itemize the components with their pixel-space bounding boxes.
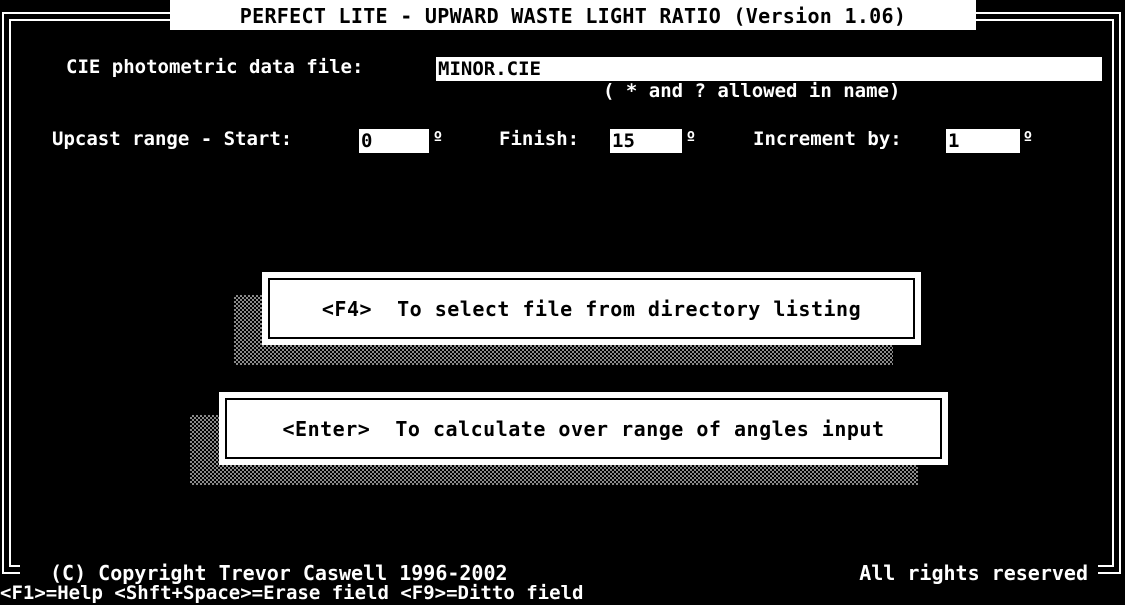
range-start-label: Upcast range - Start:: [52, 128, 293, 150]
select-file-label: <F4> To select file from directory listi…: [268, 278, 915, 339]
select-file-button[interactable]: <F4> To select file from directory listi…: [262, 272, 921, 345]
increment-degree-symbol: º: [1022, 128, 1034, 150]
help-key-line: <F1>=Help <Shft+Space>=Erase field <F9>=…: [0, 582, 584, 604]
increment-input[interactable]: 1: [946, 129, 1020, 153]
start-degree-symbol: º: [432, 128, 444, 150]
increment-label: Increment by:: [753, 128, 902, 150]
start-angle-input[interactable]: 0: [359, 129, 429, 153]
calculate-button[interactable]: <Enter> To calculate over range of angle…: [219, 392, 948, 465]
finish-label: Finish:: [499, 128, 580, 150]
finish-degree-symbol: º: [685, 128, 697, 150]
file-label: CIE photometric data file:: [66, 56, 364, 78]
file-input[interactable]: MINOR.CIE: [436, 57, 1102, 81]
rights-text: All rights reserved: [859, 561, 1088, 585]
finish-angle-input[interactable]: 15: [610, 129, 682, 153]
calculate-label: <Enter> To calculate over range of angle…: [225, 398, 942, 459]
window-title: PERFECT LITE - UPWARD WASTE LIGHT RATIO …: [170, 0, 976, 30]
wildcard-hint: ( * and ? allowed in name): [603, 80, 901, 102]
